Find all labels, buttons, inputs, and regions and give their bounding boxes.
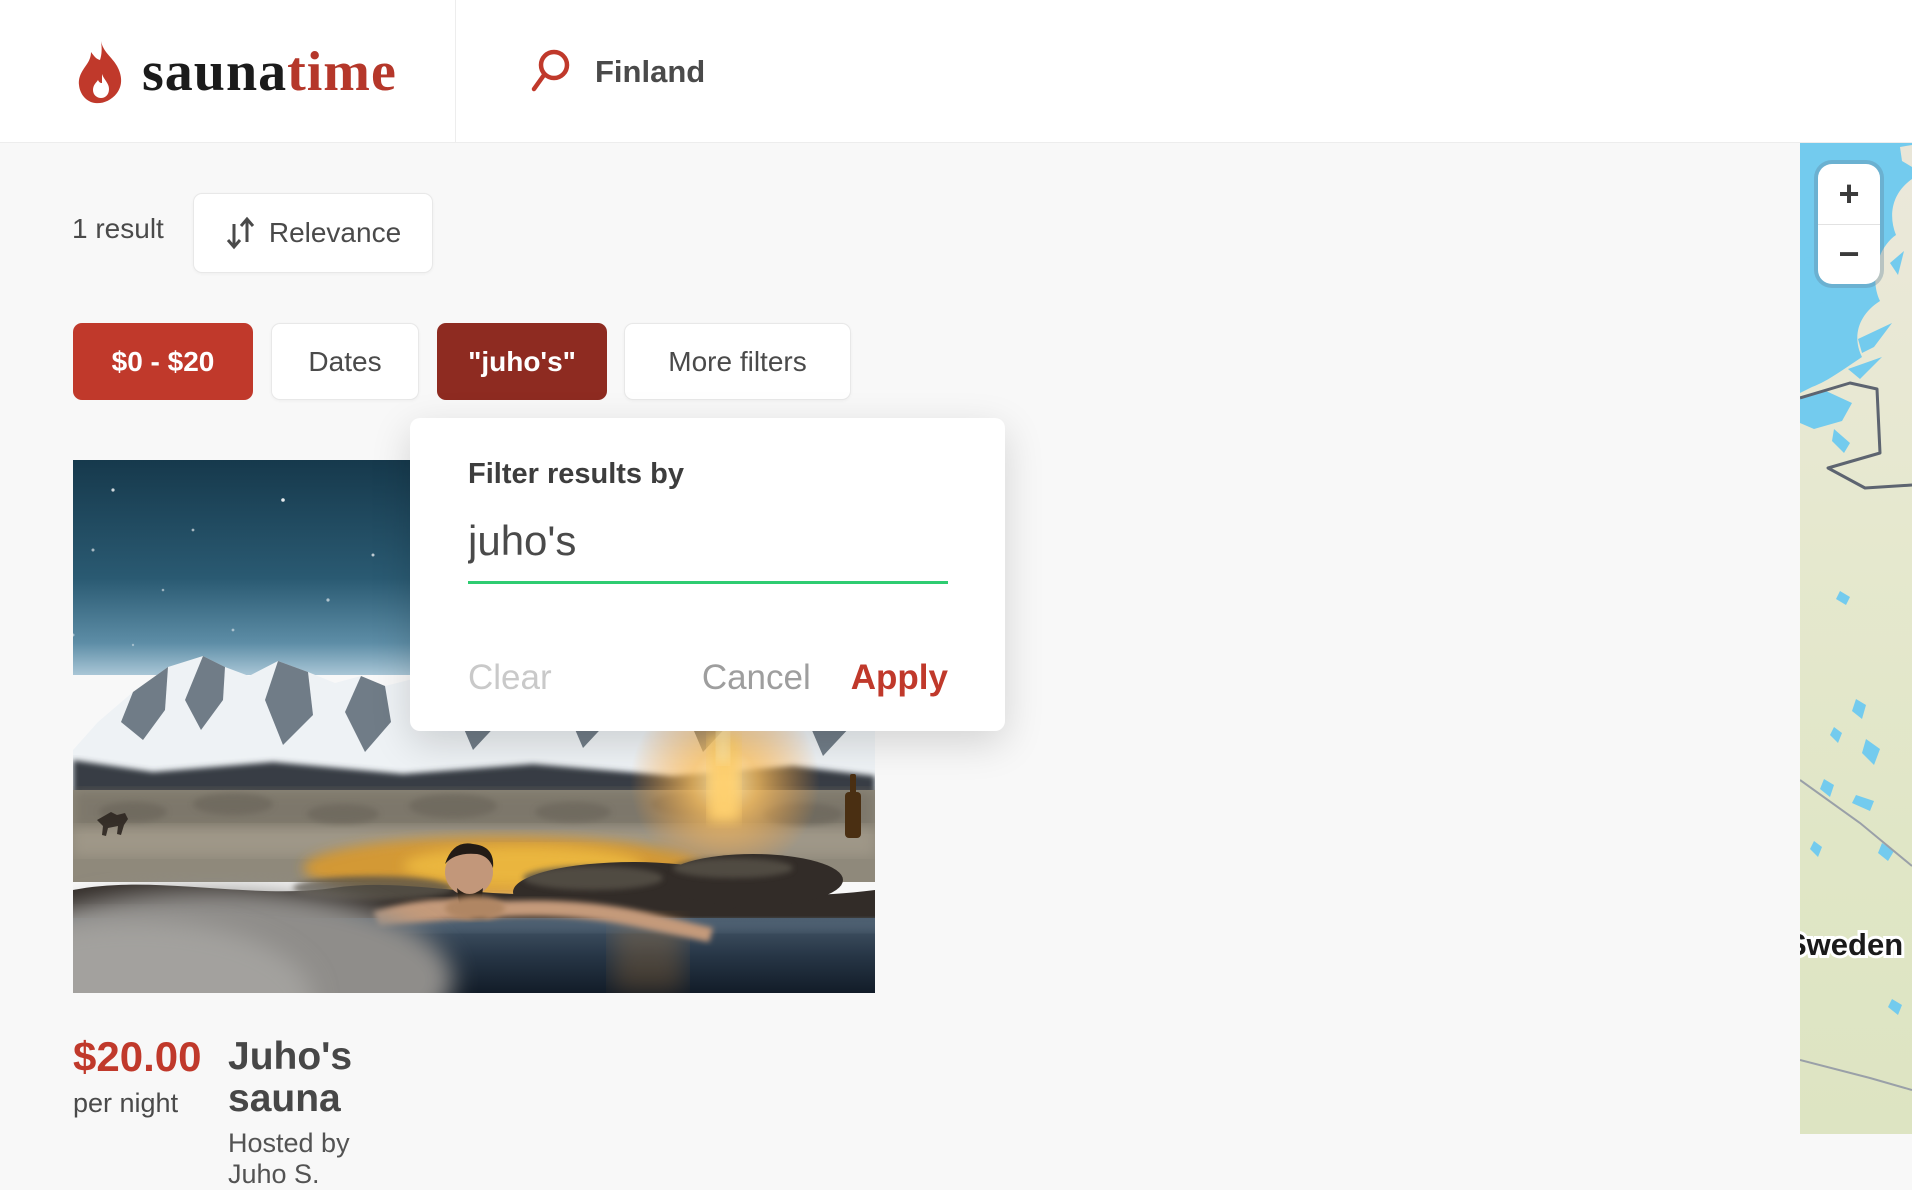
header-divider	[455, 0, 456, 143]
result-count: 1 result	[72, 213, 164, 245]
keyword-filter-chip[interactable]: "juho's"	[437, 323, 607, 400]
zoom-in-button[interactable]: +	[1818, 164, 1880, 224]
filter-popup: Filter results by Clear Cancel Apply	[410, 418, 1005, 731]
listing-price-block: $20.00 per night	[73, 1034, 201, 1119]
app-header: saunatime Finland	[0, 0, 1912, 143]
map-country-label: Sweden	[1800, 927, 1903, 962]
filter-popup-title: Filter results by	[468, 458, 948, 491]
cancel-button[interactable]: Cancel	[702, 658, 811, 698]
sort-label: Relevance	[269, 217, 401, 249]
map-zoom-control: + −	[1818, 164, 1880, 284]
search-icon	[527, 48, 573, 96]
price-filter-chip[interactable]: $0 - $20	[73, 323, 253, 400]
sort-button[interactable]: Relevance	[193, 193, 433, 273]
brand-name-secondary: time	[287, 41, 397, 103]
map-panel[interactable]: Sweden	[1800, 143, 1912, 1134]
zoom-out-button[interactable]: −	[1818, 225, 1880, 285]
sort-icon	[225, 216, 255, 250]
listing-info-block: Juho's sauna Hosted by Juho S.	[228, 1036, 352, 1190]
dates-filter-chip[interactable]: Dates	[271, 323, 419, 400]
search-field[interactable]: Finland	[527, 0, 705, 143]
filter-input[interactable]	[468, 517, 948, 584]
brand-logo[interactable]: saunatime	[78, 0, 397, 143]
filter-popup-actions: Clear Cancel Apply	[468, 658, 948, 698]
listing-price-unit: per night	[73, 1088, 201, 1119]
apply-button[interactable]: Apply	[851, 658, 948, 698]
listing-price: $20.00	[73, 1034, 201, 1080]
more-filters-chip[interactable]: More filters	[624, 323, 851, 400]
brand-name-primary: sauna	[142, 41, 287, 103]
clear-button[interactable]: Clear	[468, 658, 552, 698]
listing-host: Hosted by Juho S.	[228, 1128, 352, 1190]
listing-title[interactable]: Juho's sauna	[228, 1036, 352, 1120]
brand-name: saunatime	[142, 40, 397, 104]
flame-icon	[78, 40, 124, 104]
search-location-label: Finland	[595, 54, 705, 90]
